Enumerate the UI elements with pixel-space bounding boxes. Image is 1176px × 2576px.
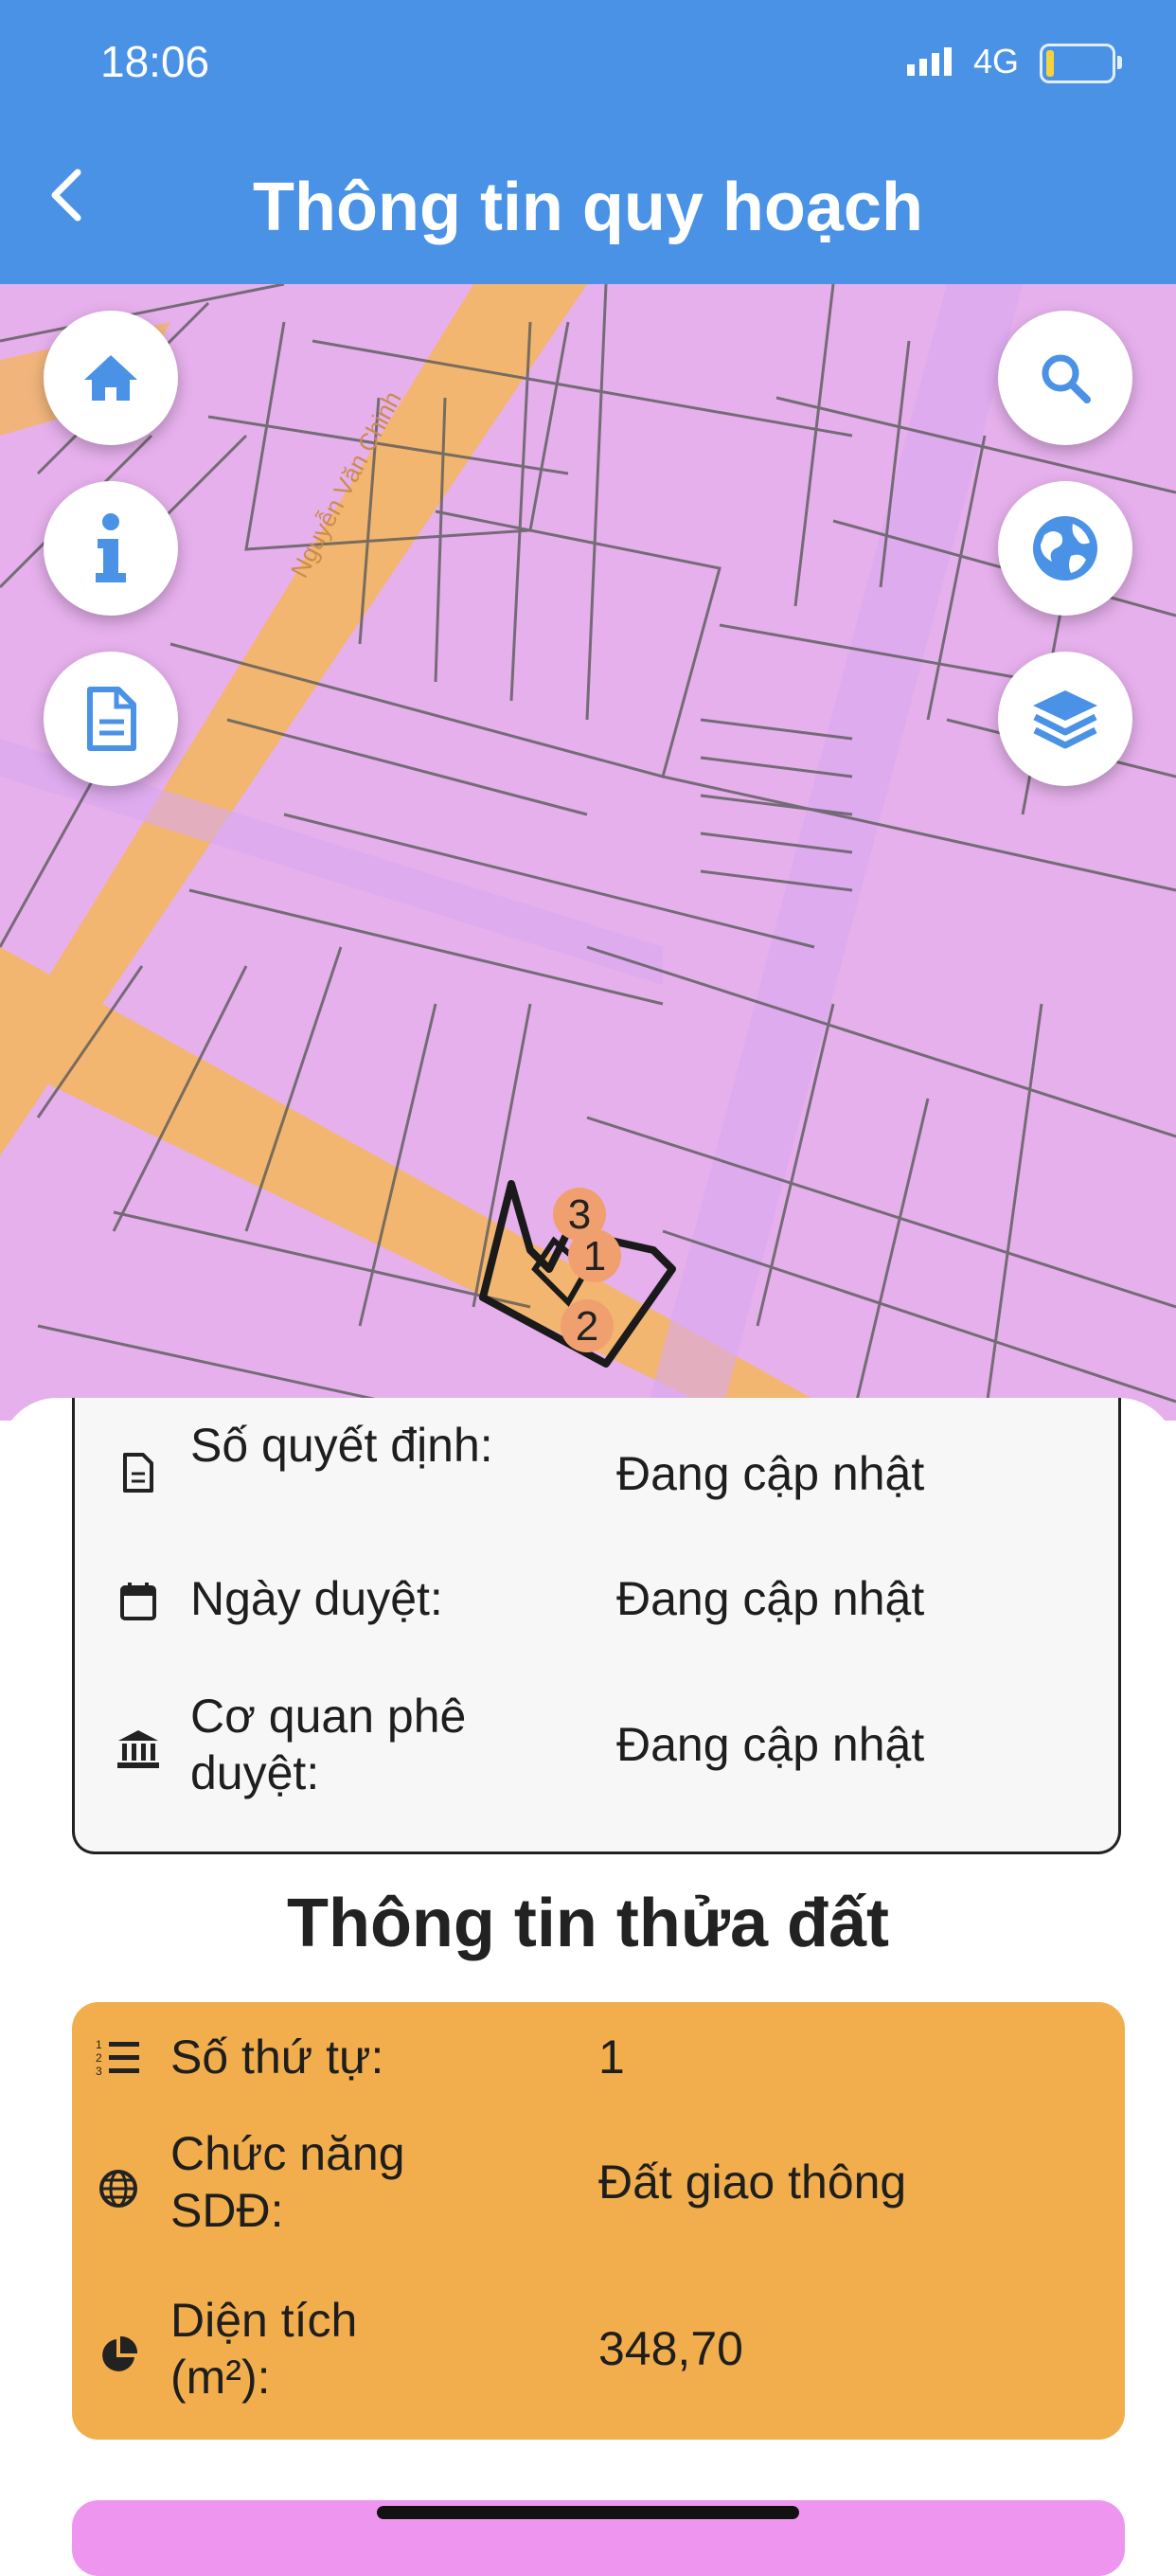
pie-chart-icon <box>97 2334 140 2377</box>
globe-icon <box>1033 516 1097 581</box>
approval-date-value: Đang cập nhật <box>616 1572 925 1625</box>
signal-icon <box>907 47 952 76</box>
approving-agency-row: Cơ quan phê duyệt: Đang cập nhật <box>75 1688 1118 1811</box>
calendar-icon <box>116 1580 160 1623</box>
document-icon <box>116 1451 160 1494</box>
decision-number-label: Số quyết định: <box>190 1419 493 1472</box>
document-button[interactable] <box>44 652 178 786</box>
info-icon <box>96 513 126 582</box>
status-time: 18:06 <box>100 37 210 86</box>
bank-icon <box>115 1726 162 1773</box>
status-bar: 18:06 4G <box>0 0 1176 114</box>
page-title: Thông tin quy hoạch <box>253 170 923 245</box>
svg-text:1: 1 <box>96 2038 102 2051</box>
battery-icon <box>1040 44 1122 83</box>
approval-date-label: Ngày duyệt: <box>190 1572 443 1625</box>
parcel-marker-1[interactable]: 1 <box>568 1229 621 1282</box>
document-icon <box>87 687 136 751</box>
area-label: Diện tích (m²): <box>170 2294 358 2404</box>
search-icon <box>1042 354 1091 403</box>
home-button[interactable] <box>44 311 178 445</box>
map-canvas[interactable]: Nguyễn Văn Chinh 3 1 2 <box>0 284 1176 1421</box>
ordered-list-icon: 1 2 3 <box>95 2034 142 2078</box>
globe-icon <box>97 2167 140 2210</box>
network-type: 4G <box>973 42 1020 80</box>
svg-text:2: 2 <box>96 2051 102 2065</box>
decision-number-row: Số quyết định: Đang cập nhật <box>75 1417 1118 1530</box>
planning-map[interactable]: Nguyễn Văn Chinh 3 1 2 <box>0 284 1176 1421</box>
decision-info-card: Số quyết định: Đang cập nhật Ngày duyệt:… <box>72 1398 1121 1854</box>
approving-agency-label: Cơ quan phê duyệt: <box>190 1690 467 1799</box>
globe-button[interactable] <box>998 481 1132 616</box>
area-row: Diện tích (m²): 348,70 <box>72 2292 1125 2415</box>
parcel-info-heading: Thông tin thửa đất <box>286 1886 889 1961</box>
area-value: 348,70 <box>598 2322 743 2375</box>
info-button[interactable] <box>44 481 178 616</box>
parcel-marker-2[interactable]: 2 <box>561 1299 614 1352</box>
approval-date-row: Ngày duyệt: Đang cập nhật <box>75 1570 1118 1637</box>
land-use-label: Chức năng SDĐ: <box>170 2127 405 2237</box>
decision-number-value: Đang cập nhật <box>616 1447 925 1500</box>
header-bar: Thông tin quy hoạch <box>0 114 1176 284</box>
parcel-number-label: Số thứ tự: <box>170 2030 384 2084</box>
home-icon <box>84 355 137 401</box>
land-use-value: Đất giao thông <box>598 2156 907 2209</box>
home-indicator[interactable] <box>377 2506 799 2519</box>
svg-text:1: 1 <box>583 1233 606 1279</box>
parcel-number-row: 1 2 3 Số thứ tự: 1 <box>72 2029 1125 2085</box>
land-use-row: Chức năng SDĐ: Đất giao thông <box>72 2125 1125 2248</box>
svg-text:3: 3 <box>96 2065 102 2075</box>
layers-icon <box>1033 690 1097 749</box>
parcel-number-value: 1 <box>598 2030 625 2084</box>
layers-button[interactable] <box>998 652 1132 786</box>
search-button[interactable] <box>998 311 1132 445</box>
parcel-info-card: 1 2 3 Số thứ tự: 1 Chức năng SDĐ: Đất gi… <box>72 2002 1125 2440</box>
approving-agency-value: Đang cập nhật <box>616 1718 925 1771</box>
svg-text:2: 2 <box>576 1303 598 1350</box>
